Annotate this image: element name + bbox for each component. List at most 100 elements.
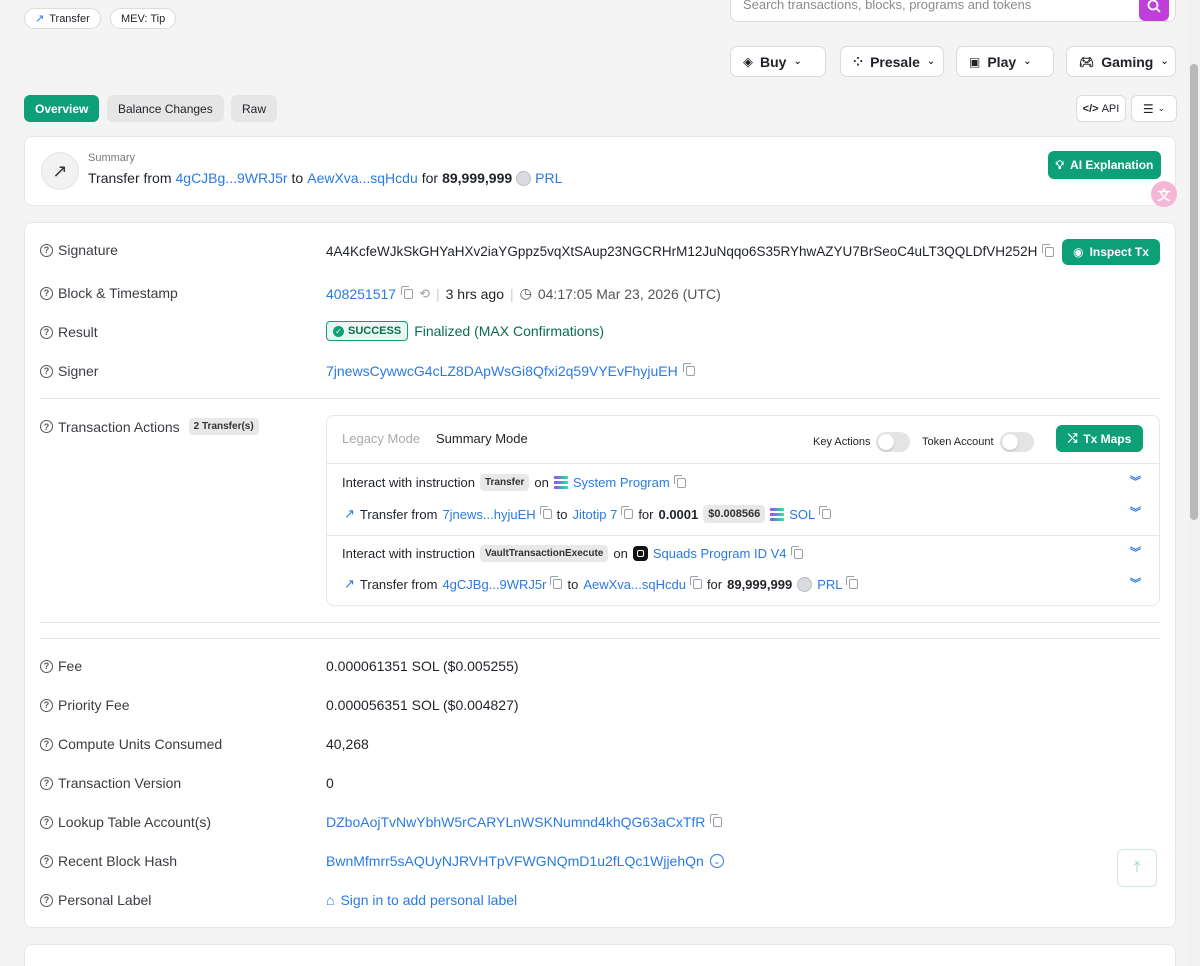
priority-fee-value: 0.000056351 SOL ($0.004827) xyxy=(326,697,519,713)
instruction-2-row: Interact with instruction VaultTransacti… xyxy=(342,545,803,562)
search-input[interactable]: Search transactions, blocks, programs an… xyxy=(743,0,1031,12)
tab-overview[interactable]: Overview xyxy=(24,95,100,122)
chevron-down-icon: ⌄ xyxy=(1157,103,1166,113)
signature-text: 4A4KcfeWJkSkGHYaHXv2iaYGppz5vqXtSAup23NG… xyxy=(326,244,1038,259)
success-badge: ✓ SUCCESS xyxy=(326,321,409,341)
api-label: API xyxy=(1101,102,1120,115)
divider xyxy=(327,463,1159,464)
system-program-link[interactable]: System Program xyxy=(573,475,670,490)
route-icon: ⤭ xyxy=(1067,431,1078,445)
signature-row-label: ? Signature xyxy=(40,242,118,258)
lookup-link[interactable]: DZboAojTvNwYbhW5rCARYLnWSKNumnd4khQG63aC… xyxy=(326,814,705,830)
presale-menu[interactable]: ⁘ Presale ⌄ xyxy=(840,46,944,77)
tab-raw-label: Raw xyxy=(242,101,267,116)
expand-icon[interactable]: ︾ xyxy=(1130,477,1141,488)
result-row-label: ? Result xyxy=(40,324,98,340)
compute-units-value: 40,268 xyxy=(326,736,369,752)
result-label: Result xyxy=(58,324,98,340)
squads-program-link[interactable]: Squads Program ID V4 xyxy=(653,546,787,561)
transfer-arrow-icon: ↗ xyxy=(41,152,79,190)
copy-icon[interactable] xyxy=(1042,243,1055,257)
summary-prefix: Transfer from xyxy=(88,170,172,186)
chevron-down-icon: ⌄ xyxy=(926,56,936,67)
summary-mode-tab[interactable]: Summary Mode xyxy=(436,431,528,446)
summary-to-link[interactable]: AewXva...sqHcdu xyxy=(307,170,418,186)
summary-from-link[interactable]: 4gCJBg...9WRJ5r xyxy=(176,170,288,186)
legacy-mode-tab[interactable]: Legacy Mode xyxy=(342,431,420,446)
copy-icon[interactable] xyxy=(819,506,832,519)
copy-icon[interactable] xyxy=(539,506,552,519)
priority-fee-label: Priority Fee xyxy=(58,697,130,713)
chevron-circle-icon[interactable]: ⌄ xyxy=(709,854,724,868)
copy-icon[interactable] xyxy=(710,814,723,827)
expand-icon[interactable]: ︾ xyxy=(1130,579,1141,590)
key-actions-toggle[interactable] xyxy=(876,432,911,452)
prl-token-link[interactable]: PRL xyxy=(817,577,842,592)
help-icon: ? xyxy=(40,286,53,300)
view-options-button[interactable]: ☰ ⌄ xyxy=(1131,95,1177,122)
block-hash-value: BwnMfmrr5sAQUyNJRVHTpVFWGNQmD1u2fLQc1Wjj… xyxy=(326,853,724,869)
block-timestamp: 04:17:05 Mar 23, 2026 (UTC) xyxy=(537,285,721,302)
copy-icon[interactable] xyxy=(790,545,803,559)
instruction-1-row: Interact with instruction Transfer on Sy… xyxy=(342,474,686,491)
gaming-label: Gaming xyxy=(1101,53,1154,70)
api-button[interactable]: </> API xyxy=(1076,95,1126,122)
transfer-2-to-link[interactable]: AewXva...sqHcdu xyxy=(583,577,686,592)
mev-tag: MEV: Tip xyxy=(110,8,177,29)
help-icon: ? xyxy=(40,325,53,339)
copy-icon[interactable] xyxy=(682,363,695,376)
copy-icon[interactable] xyxy=(689,576,702,589)
solana-icon xyxy=(553,476,568,489)
tab-balance-changes[interactable]: Balance Changes xyxy=(107,95,224,122)
token-account-toggle[interactable] xyxy=(999,432,1034,452)
transfer-1-row: ↗ Transfer from 7jnews...hyjuEH to Jitot… xyxy=(344,505,832,523)
search-bar[interactable]: Search transactions, blocks, programs an… xyxy=(730,0,1176,22)
transfer-2-row: ↗ Transfer from 4gCJBg...9WRJ5r to AewXv… xyxy=(344,576,859,592)
sol-token-link[interactable]: SOL xyxy=(789,507,815,522)
copy-icon[interactable] xyxy=(621,506,634,519)
search-button[interactable] xyxy=(1139,0,1169,21)
copy-icon[interactable] xyxy=(673,474,686,488)
buy-icon: ◈ xyxy=(743,53,753,69)
success-badge-label: SUCCESS xyxy=(348,325,402,337)
block-hash-label: Recent Block Hash xyxy=(58,853,178,869)
expand-icon[interactable]: ︾ xyxy=(1130,548,1141,559)
signer-link[interactable]: 7jnewsCywwcG4cLZ8DApWsGi8Qfxi2q59VYEvFhy… xyxy=(326,363,678,379)
buy-menu[interactable]: ◈ Buy ⌄ xyxy=(730,46,826,77)
divider xyxy=(40,398,1160,399)
inspect-tx-label: Inspect Tx xyxy=(1089,245,1149,259)
clock-icon: ◷ xyxy=(519,285,532,301)
block-hash-link[interactable]: BwnMfmrr5sAQUyNJRVHTpVFWGNQmD1u2fLQc1Wjj… xyxy=(326,853,704,869)
block-link[interactable]: 408251517 xyxy=(326,286,396,302)
translate-icon[interactable]: 文 xyxy=(1151,181,1177,207)
block-label: Block & Timestamp xyxy=(58,285,178,301)
summary-for-word: for xyxy=(421,170,439,186)
ai-explanation-button[interactable]: 💡︎ AI Explanation xyxy=(1048,151,1161,179)
copy-icon[interactable] xyxy=(846,576,859,589)
transfer-2-from-link[interactable]: 4gCJBg...9WRJ5r xyxy=(442,577,546,592)
summary-token-link[interactable]: PRL xyxy=(535,170,562,186)
transfer-1-to-link[interactable]: Jitotip 7 xyxy=(573,507,618,522)
expand-icon[interactable]: ︾ xyxy=(1130,508,1141,519)
copy-icon[interactable] xyxy=(401,285,414,299)
version-value: 0 xyxy=(326,775,334,791)
eye-icon: ◉ xyxy=(1073,245,1084,259)
ai-explanation-label: AI Explanation xyxy=(1070,158,1154,172)
arrow-up-right-icon: ↗ xyxy=(344,576,355,591)
chevron-down-icon: ⌄ xyxy=(793,56,802,67)
scrollbar-thumb[interactable] xyxy=(1190,64,1198,520)
tab-raw[interactable]: Raw xyxy=(231,95,278,122)
sign-in-link[interactable]: Sign in to add personal label xyxy=(340,892,517,908)
code-icon: </> xyxy=(1082,102,1099,115)
transfer-1-from-link[interactable]: 7jnews...hyjuEH xyxy=(442,507,535,522)
next-card xyxy=(24,944,1176,966)
scroll-top-button[interactable]: ⤒ xyxy=(1117,849,1157,887)
play-menu[interactable]: ▣ Play ⌄ xyxy=(956,46,1054,77)
summary-label: Summary xyxy=(88,152,136,164)
personal-label-row-label: ? Personal Label xyxy=(40,892,151,908)
inspect-tx-button[interactable]: ◉ Inspect Tx xyxy=(1062,239,1160,265)
check-icon: ✓ xyxy=(333,325,344,337)
gaming-menu[interactable]: 🎮︎ Gaming ⌄ xyxy=(1066,46,1176,77)
copy-icon[interactable] xyxy=(550,576,563,589)
tx-maps-button[interactable]: ⤭ Tx Maps xyxy=(1056,425,1143,452)
